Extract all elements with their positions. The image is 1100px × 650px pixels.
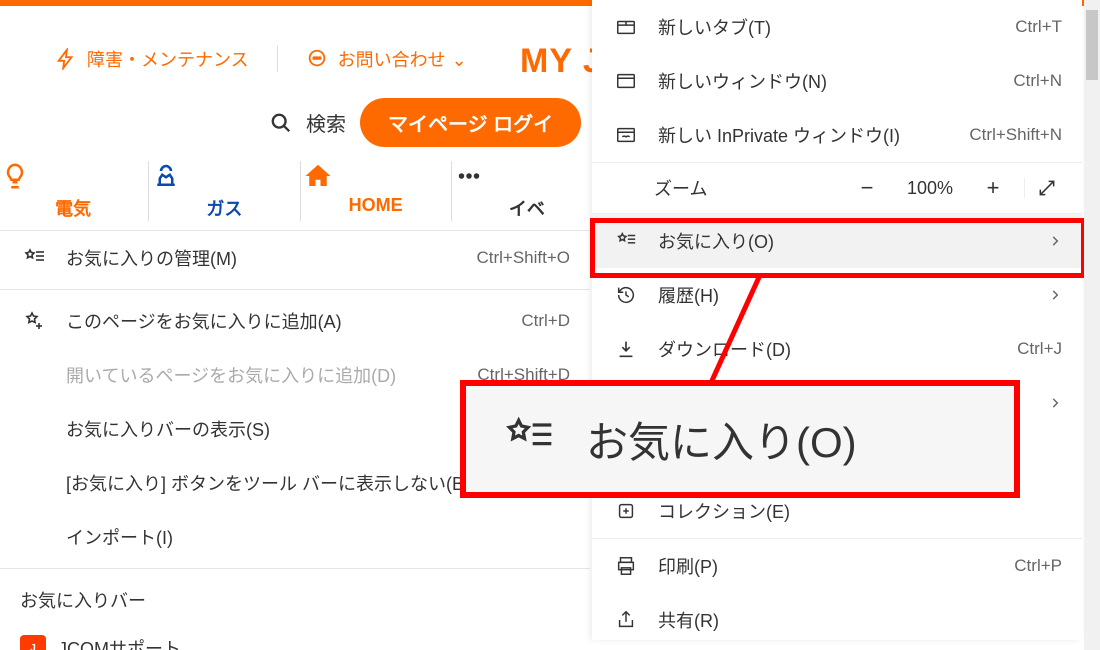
login-button[interactable]: マイページ ログイ [360, 98, 581, 147]
scrollbar-thumb[interactable] [1086, 10, 1098, 80]
collections-icon [612, 500, 640, 522]
zoom-out-button[interactable]: − [844, 175, 890, 201]
category-nav: 電気 ガス HOME イベ [0, 161, 600, 221]
import-favorites-item[interactable]: インポート(I) [0, 510, 590, 564]
menu-history[interactable]: 履歴(H) [592, 268, 1082, 322]
chevron-right-icon [1048, 288, 1062, 302]
menu-print[interactable]: 印刷(P) Ctrl+P [592, 539, 1082, 593]
menu-downloads[interactable]: ダウンロード(D) Ctrl+J [592, 322, 1082, 376]
nav-item-electric[interactable]: 電気 [0, 161, 146, 221]
search-icon[interactable] [270, 112, 292, 134]
contact-link[interactable]: お問い合わせ⌄ [338, 46, 467, 72]
star-list-icon [500, 411, 556, 467]
browser-main-menu: 新しいタブ(T) Ctrl+T 新しいウィンドウ(N) Ctrl+N 新しい I… [592, 0, 1082, 640]
nav-item-gas[interactable]: ガス [151, 161, 297, 221]
menu-new-tab[interactable]: 新しいタブ(T) Ctrl+T [592, 0, 1082, 54]
menu-new-inprivate[interactable]: 新しい InPrivate ウィンドウ(I) Ctrl+Shift+N [592, 108, 1082, 162]
menu-share[interactable]: 共有(R) [592, 593, 1082, 647]
download-icon [612, 338, 640, 360]
chat-icon [306, 48, 328, 70]
chevron-right-icon [1048, 234, 1062, 248]
bookmark-jcom-support[interactable]: J JCOMサポート [0, 621, 590, 650]
star-plus-icon [20, 309, 48, 333]
search-label: 検索 [306, 108, 346, 137]
zoom-value: 100% [898, 178, 962, 199]
share-icon [612, 609, 640, 631]
annotation-callout: お気に入り(O) [460, 380, 1020, 498]
tab-icon [612, 16, 640, 38]
dots-icon [454, 161, 600, 191]
star-list-icon [612, 230, 640, 252]
window-icon [612, 70, 640, 92]
menu-zoom: ズーム − 100% + [592, 163, 1082, 213]
nav-item-more[interactable]: イベ [454, 161, 600, 221]
home-icon [303, 161, 449, 191]
fullscreen-button[interactable] [1024, 178, 1068, 198]
nav-item-home[interactable]: HOME [303, 161, 449, 221]
jcom-icon: J [20, 635, 46, 650]
history-icon [612, 284, 640, 306]
menu-favorites[interactable]: お気に入り(O) [592, 214, 1082, 268]
gas-icon [151, 161, 297, 191]
bolt-icon [55, 48, 77, 70]
star-list-icon [20, 246, 48, 270]
chevron-down-icon: ⌄ [452, 50, 467, 71]
favorites-bar-section: お気に入りバー [0, 573, 590, 621]
maintenance-link[interactable]: 障害・メンテナンス [87, 46, 249, 72]
add-page-favorite-item[interactable]: このページをお気に入りに追加(A) Ctrl+D [0, 294, 590, 348]
menu-new-window[interactable]: 新しいウィンドウ(N) Ctrl+N [592, 54, 1082, 108]
chevron-right-icon [1048, 396, 1062, 410]
page-scrollbar[interactable] [1084, 0, 1100, 650]
print-icon [612, 555, 640, 577]
lightbulb-icon [0, 161, 146, 191]
zoom-in-button[interactable]: + [970, 175, 1016, 201]
inprivate-icon [612, 124, 640, 146]
divider [277, 46, 278, 72]
manage-favorites-item[interactable]: お気に入りの管理(M) Ctrl+Shift+O [0, 231, 590, 285]
